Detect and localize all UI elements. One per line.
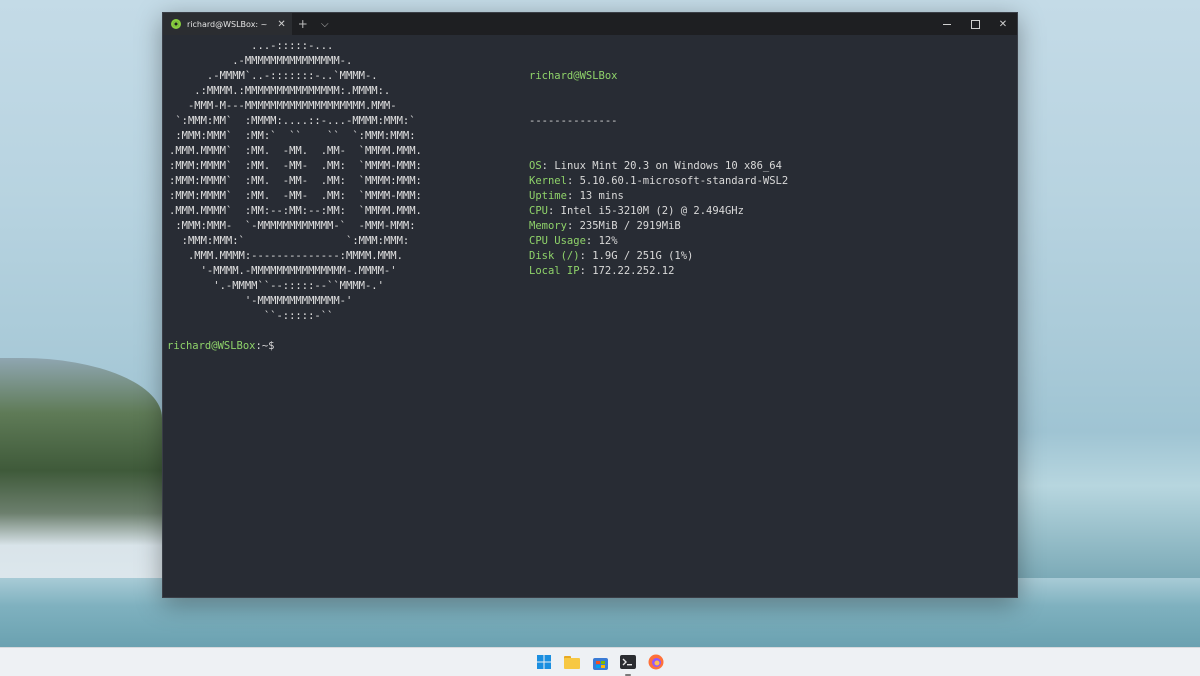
file-explorer-icon[interactable] [563, 653, 581, 671]
close-button[interactable]: ✕ [989, 13, 1017, 35]
info-value: 1.9G / 251G (1%) [592, 250, 694, 262]
window-controls: ✕ [933, 13, 1017, 35]
ascii-line: .MMM.MMMM` :MM:--:MM:--:MM: `MMMM.MMM. [169, 205, 422, 217]
info-user-host: richard@WSLBox [529, 70, 618, 82]
wallpaper-hills [0, 358, 162, 608]
firefox-icon[interactable] [647, 653, 665, 671]
terminal-icon[interactable] [619, 653, 637, 676]
system-info: richard@WSLBox -------------- OS: Linux … [529, 39, 788, 277]
info-value: 13 mins [579, 190, 624, 202]
ascii-line: :MMM:MMMM` :MM. -MM- .MM: `MMMM-MMM: [169, 190, 422, 202]
windows-start-icon[interactable] [535, 653, 553, 671]
ascii-line: '.-MMMM``--:::::--``MMMM-.' [169, 280, 384, 292]
tab-dropdown-button[interactable]: ⌵ [314, 19, 336, 30]
ascii-line: :MMM:MMMM` :MM. -MM- .MM: `MMMM-MMM: [169, 160, 422, 172]
taskbar [0, 647, 1200, 676]
info-row: Local IP: 172.22.252.12 [529, 264, 788, 279]
maximize-button[interactable] [961, 13, 989, 35]
linux-mint-icon [171, 19, 181, 29]
info-row: Kernel: 5.10.60.1-microsoft-standard-WSL… [529, 174, 788, 189]
microsoft-store-icon[interactable] [591, 653, 609, 671]
ascii-line: :MMM:MMM:` `:MMM:MMM: [169, 235, 410, 247]
ascii-logo: ...-:::::-... .-MMMMMMMMMMMMMMM-. .-MMMM… [169, 39, 422, 324]
tab-terminal[interactable]: richard@WSLBox: ~ ✕ [163, 13, 292, 35]
info-key: OS [529, 160, 542, 172]
ascii-line: :MMM:MMMM` :MM. -MM- .MM: `MMMM:MMM: [169, 175, 422, 187]
ascii-line: '-MMMMMMMMMMMMM-' [169, 295, 353, 307]
info-key: CPU Usage [529, 235, 586, 247]
info-key: Local IP [529, 265, 580, 277]
info-rows: OS: Linux Mint 20.3 on Windows 10 x86_64… [529, 159, 788, 277]
ascii-line: .MMM.MMMM` :MM. -MM. .MM- `MMMM.MMM. [169, 145, 422, 157]
info-colon: : [547, 205, 561, 217]
info-key: Kernel [529, 175, 567, 187]
prompt-user-host: richard@WSLBox [167, 340, 256, 352]
ascii-line: ...-:::::-... [169, 40, 334, 52]
terminal-window: richard@WSLBox: ~ ✕ + ⌵ ✕ ...-:::::-... … [162, 12, 1018, 598]
info-colon: : [585, 235, 599, 247]
ascii-line: :MMM:MMM- `-MMMMMMMMMMMM-` -MMM-MMM: [169, 220, 416, 232]
ascii-line: .MMM.MMMM:--------------:MMMM.MMM. [169, 250, 403, 262]
info-key: CPU [529, 205, 548, 217]
info-key: Uptime [529, 190, 567, 202]
minimize-button[interactable] [933, 13, 961, 35]
info-row: Memory: 235MiB / 2919MiB [529, 219, 788, 234]
info-colon: : [579, 265, 593, 277]
info-colon: : [566, 220, 580, 232]
info-key: Disk (/) [529, 250, 580, 262]
info-row: CPU: Intel i5-3210M (2) @ 2.494GHz [529, 204, 788, 219]
info-row: OS: Linux Mint 20.3 on Windows 10 x86_64 [529, 159, 788, 174]
info-value: Intel i5-3210M (2) @ 2.494GHz [560, 205, 744, 217]
new-tab-button[interactable]: + [292, 17, 314, 31]
info-row: CPU Usage: 12% [529, 234, 788, 249]
info-colon: : [566, 190, 580, 202]
info-value: 172.22.252.12 [592, 265, 675, 277]
info-value: Linux Mint 20.3 on Windows 10 x86_64 [554, 160, 782, 172]
ascii-line: '-MMMM.-MMMMMMMMMMMMMMM-.MMMM-' [169, 265, 397, 277]
shell-prompt[interactable]: richard@WSLBox:~$ [167, 339, 274, 354]
info-value: 5.10.60.1-microsoft-standard-WSL2 [579, 175, 789, 187]
ascii-line: `:MMM:MM` :MMMM:....::-...-MMMM:MMM:` [169, 115, 416, 127]
terminal-output[interactable]: ...-:::::-... .-MMMMMMMMMMMMMMM-. .-MMMM… [163, 35, 1017, 595]
ascii-line: .:MMMM.:MMMMMMMMMMMMMMM:.MMMM:. [169, 85, 391, 97]
info-key: Memory [529, 220, 567, 232]
ascii-line: .-MMMM`..-:::::::-..`MMMM-. [169, 70, 378, 82]
info-colon: : [579, 250, 593, 262]
title-bar[interactable]: richard@WSLBox: ~ ✕ + ⌵ ✕ [163, 13, 1017, 35]
tab-title: richard@WSLBox: ~ [187, 19, 268, 29]
info-colon: : [541, 160, 555, 172]
info-colon: : [566, 175, 580, 187]
ascii-line: ``-:::::-`` [169, 310, 334, 322]
info-value: 235MiB / 2919MiB [579, 220, 681, 232]
ascii-line: .-MMMMMMMMMMMMMMM-. [169, 55, 353, 67]
tab-close-icon[interactable]: ✕ [273, 19, 285, 30]
info-row: Disk (/): 1.9G / 251G (1%) [529, 249, 788, 264]
prompt-path: :~$ [255, 340, 275, 352]
info-row: Uptime: 13 mins [529, 189, 788, 204]
ascii-line: -MMM-M---MMMMMMMMMMMMMMMMMMM.MMM- [169, 100, 397, 112]
ascii-line: :MMM:MMM` :MM:` `` `` `:MMM:MMM: [169, 130, 416, 142]
info-value: 12% [598, 235, 618, 247]
info-separator: -------------- [529, 115, 618, 127]
